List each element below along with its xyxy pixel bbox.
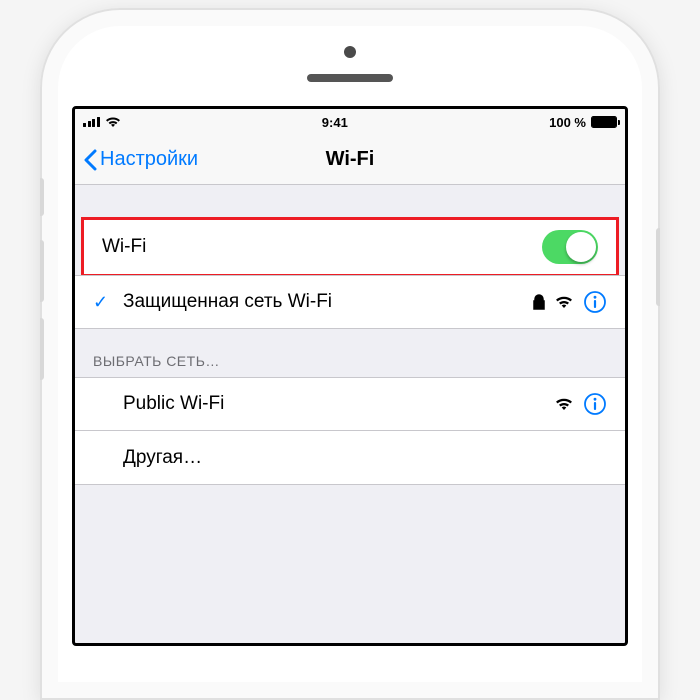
chevron-left-icon — [83, 149, 97, 171]
network-row-other[interactable]: Другая… — [75, 431, 625, 485]
wifi-toggle-label: Wi-Fi — [102, 236, 146, 258]
status-bar: 9:41 100 % — [75, 109, 625, 135]
highlight-annotation: Wi-Fi — [81, 217, 619, 277]
page-title: Wi-Fi — [326, 148, 375, 171]
wifi-toggle-row[interactable]: Wi-Fi — [84, 220, 616, 274]
speaker-grille-icon — [307, 74, 393, 82]
content-area: Wi-Fi ✓ Защищенная сеть Wi-Fi — [75, 185, 625, 643]
network-row-public[interactable]: Public Wi-Fi — [75, 377, 625, 431]
back-button[interactable]: Настройки — [83, 135, 198, 184]
phone-earpiece — [72, 40, 628, 106]
wifi-status-icon — [105, 116, 121, 128]
toggle-knob — [566, 232, 596, 262]
choose-network-header: выбрать сеть… — [75, 329, 625, 377]
status-time: 9:41 — [322, 115, 348, 130]
wifi-signal-icon — [555, 295, 573, 309]
phone-power-button — [656, 228, 660, 306]
battery-icon — [591, 116, 617, 128]
nav-bar: Настройки Wi-Fi — [75, 135, 625, 185]
info-button[interactable] — [583, 290, 607, 314]
phone-volume-down — [40, 318, 44, 380]
wifi-toggle-switch[interactable] — [542, 230, 598, 264]
phone-inner-shell: 9:41 100 % Настройки Wi-Fi — [58, 26, 642, 682]
phone-mute-switch — [40, 178, 44, 216]
screen: 9:41 100 % Настройки Wi-Fi — [72, 106, 628, 646]
info-button[interactable] — [583, 392, 607, 416]
cellular-signal-icon — [83, 117, 100, 127]
lock-icon — [533, 294, 545, 310]
checkmark-icon: ✓ — [93, 292, 111, 313]
phone-volume-up — [40, 240, 44, 302]
wifi-signal-icon — [555, 397, 573, 411]
network-name: Public Wi-Fi — [123, 393, 224, 415]
connected-network-name: Защищенная сеть Wi-Fi — [123, 291, 332, 313]
network-other-label: Другая… — [123, 447, 202, 469]
back-label: Настройки — [100, 148, 198, 171]
phone-frame: 9:41 100 % Настройки Wi-Fi — [40, 8, 660, 700]
front-camera-icon — [344, 46, 356, 58]
connected-network-row[interactable]: ✓ Защищенная сеть Wi-Fi — [75, 275, 625, 329]
battery-percent: 100 % — [549, 115, 586, 130]
